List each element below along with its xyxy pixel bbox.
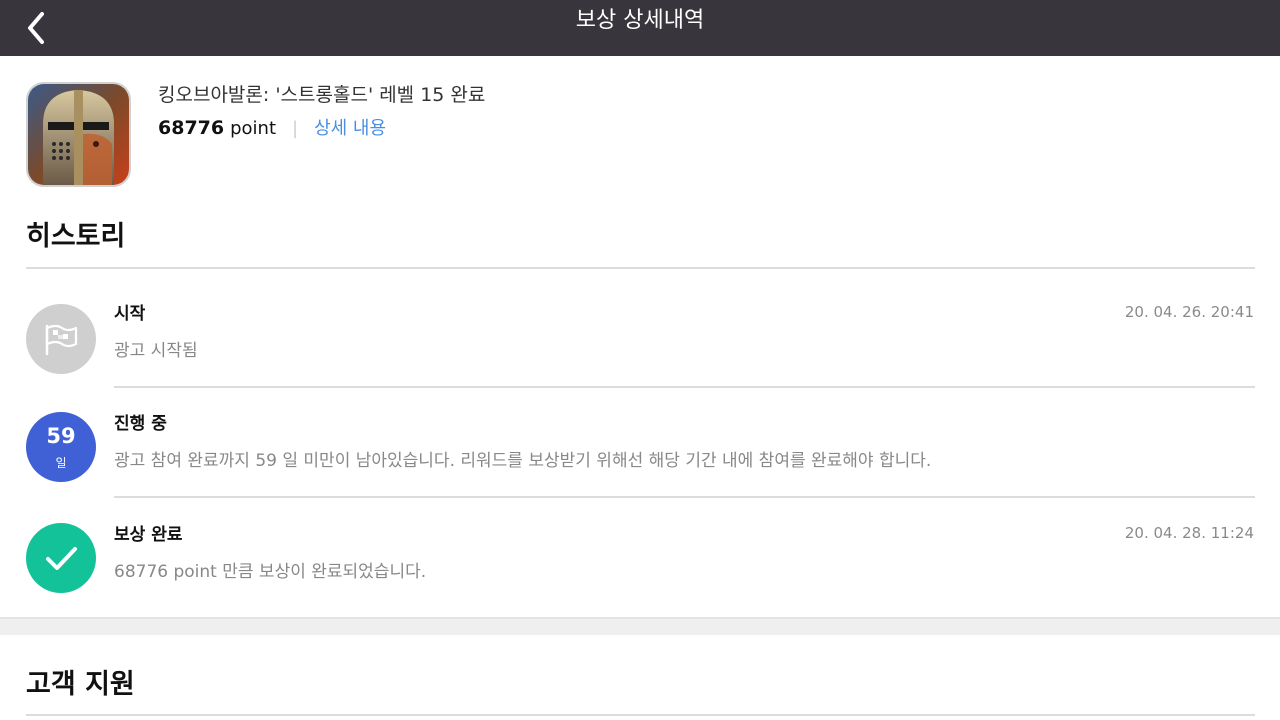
divider bbox=[26, 267, 1255, 269]
section-separator bbox=[0, 617, 1280, 635]
offer-points-row: 68776 point | 상세 내용 bbox=[158, 114, 386, 140]
history-item-title: 시작 bbox=[114, 304, 146, 324]
days-remaining-badge: 59 일 bbox=[26, 412, 96, 482]
days-remaining-unit: 일 bbox=[55, 456, 67, 470]
history-item-start-icon bbox=[26, 304, 96, 374]
checkmark-icon bbox=[46, 547, 77, 570]
history-section-title: 히스토리 bbox=[26, 221, 126, 252]
support-section-title: 고객 지원 bbox=[26, 669, 135, 700]
app-icon bbox=[26, 82, 131, 187]
points-unit: point bbox=[230, 118, 277, 139]
divider bbox=[26, 714, 1255, 716]
points-value: 68776 bbox=[158, 117, 225, 139]
history-item-title: 보상 완료 bbox=[114, 525, 183, 545]
top-app-bar: 보상 상세내역 bbox=[0, 0, 1280, 56]
offer-title: 킹오브아발론: '스트롱홀드' 레벨 15 완료 bbox=[158, 84, 486, 106]
history-item-date: 20. 04. 26. 20:41 bbox=[1124, 303, 1254, 321]
history-item-complete-icon bbox=[26, 523, 96, 593]
history-item-desc: 68776 point 만큼 보상이 완료되었습니다. bbox=[114, 562, 427, 582]
history-item-date: 20. 04. 28. 11:24 bbox=[1124, 524, 1254, 542]
history-item-desc: 광고 참여 완료까지 59 일 미만이 남아있습니다. 리워드를 보상받기 위해… bbox=[114, 451, 932, 471]
divider: | bbox=[292, 118, 299, 139]
days-remaining-value: 59 bbox=[46, 424, 76, 448]
flag-icon bbox=[45, 324, 78, 356]
detail-link[interactable]: 상세 내용 bbox=[314, 114, 386, 140]
divider bbox=[114, 496, 1255, 498]
history-item-desc: 광고 시작됨 bbox=[114, 341, 198, 361]
divider bbox=[114, 386, 1255, 388]
history-item-title: 진행 중 bbox=[114, 414, 167, 434]
page-title: 보상 상세내역 bbox=[575, 8, 705, 33]
knight-helmet-app-icon bbox=[28, 84, 129, 185]
